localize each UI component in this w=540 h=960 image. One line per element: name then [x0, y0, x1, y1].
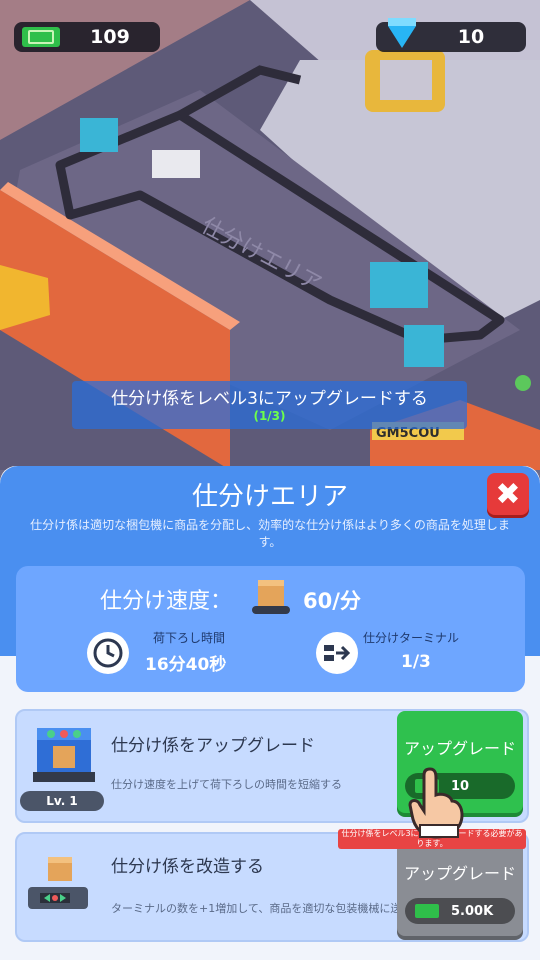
upgrade-button-label: アップグレード — [403, 864, 516, 883]
sorting-speed-value: 60/分 — [303, 589, 361, 613]
cash-icon — [22, 27, 60, 47]
clock-icon — [87, 632, 129, 674]
terminal-value: 1/3 — [401, 652, 431, 672]
tutorial-hand-icon — [408, 767, 464, 839]
panel-description: 仕分け係は適切な梱包機に商品を分配し、効率的な仕分け係はより多くの商品を処理しま… — [30, 518, 510, 549]
close-icon: ✖ — [495, 476, 521, 512]
unload-time-value: 16分40秒 — [145, 655, 227, 675]
price-value: 5.00K — [451, 903, 494, 919]
gem-value: 10 — [457, 26, 485, 48]
task-text: 仕分け係をレベル3にアップグレードする — [111, 389, 428, 409]
diamond-icon — [388, 18, 416, 48]
task-banner[interactable]: 仕分け係をレベル3にアップグレードする (1/3) — [72, 381, 467, 429]
unload-time-label: 荷下ろし時間 — [153, 631, 226, 645]
level-badge: Lv. 1 — [20, 791, 104, 811]
box-conveyor-icon — [252, 580, 290, 614]
upgrade-button-label: アップグレード — [403, 739, 516, 758]
task-progress: (1/3) — [253, 409, 286, 423]
sorting-speed-label: 仕分け速度： — [100, 589, 233, 614]
card-description: 仕分け速度を上げて荷下ろしの時間を短縮する — [111, 778, 342, 791]
cash-counter: 109 — [14, 22, 160, 52]
terminal-machine-icon — [28, 857, 88, 909]
card-title: 仕分け係をアップグレード — [111, 736, 315, 756]
card-description: ターミナルの数を+1増加して、商品を適切な包装機械に送る。 — [111, 902, 424, 915]
price-tag: 5.00K — [405, 898, 515, 924]
terminal-icon — [316, 632, 358, 674]
card-title: 仕分け係を改造する — [111, 857, 264, 877]
upgrade-button-locked[interactable]: アップグレード 5.00K — [397, 836, 523, 936]
cash-icon — [415, 904, 439, 918]
sorter-machine-icon — [33, 728, 95, 782]
close-button[interactable]: ✖ — [487, 473, 529, 515]
cash-value: 109 — [90, 26, 130, 48]
panel-title: 仕分けエリア — [191, 482, 348, 512]
gem-counter: 10 — [376, 18, 526, 52]
terminal-label: 仕分けターミナル — [363, 631, 460, 645]
